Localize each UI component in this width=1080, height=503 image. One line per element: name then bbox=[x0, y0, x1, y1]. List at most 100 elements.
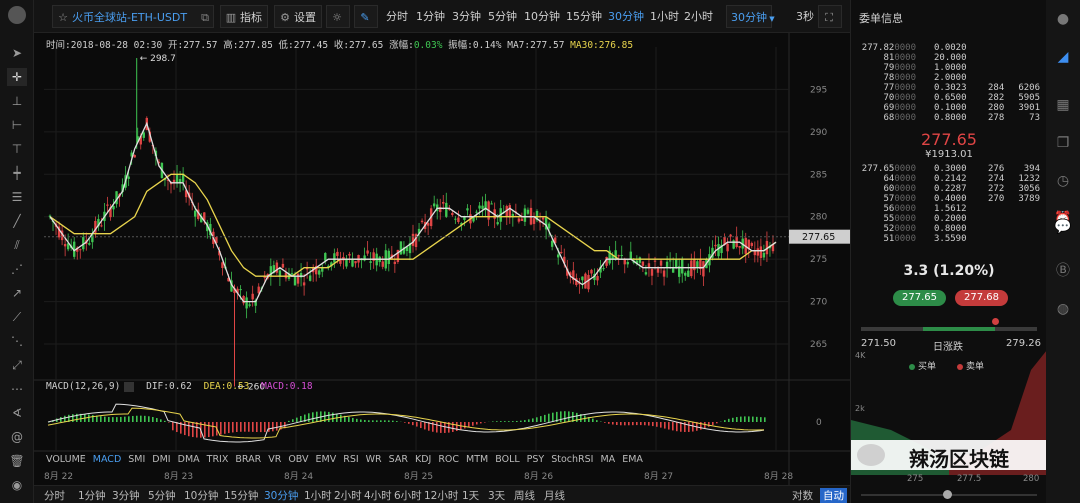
price-line-icon[interactable]: ┿ bbox=[7, 164, 27, 182]
theme-toggle[interactable]: ☼ bbox=[326, 5, 350, 28]
trend-line-icon[interactable]: ╱ bbox=[7, 212, 27, 230]
refresh-rate[interactable]: 3秒 bbox=[792, 5, 818, 28]
bid-row[interactable]: 510000 3.5590 bbox=[860, 234, 1040, 244]
bottom-interval-tab[interactable]: 6小时 bbox=[394, 488, 422, 503]
cursor-arrow-icon[interactable]: ➤ bbox=[7, 44, 27, 62]
vertical-line-icon[interactable]: ⊥ bbox=[7, 92, 27, 110]
bid-row[interactable]: 570000 0.4000 270 3789 bbox=[860, 194, 1040, 204]
history-icon[interactable]: ◷ bbox=[1054, 172, 1072, 190]
crosshair-icon[interactable]: ✛ bbox=[7, 68, 27, 86]
auto-scale-button[interactable]: 自动 bbox=[820, 488, 847, 503]
kline-chart[interactable]: 295 290 285 280 275 270 265 8月 22 8月 23 8月 24 8月 2… bbox=[34, 33, 850, 485]
indicator-tab[interactable]: VOLUME bbox=[46, 454, 86, 465]
fullscreen-button[interactable]: ⛶ bbox=[818, 5, 842, 28]
indicator-tab[interactable]: DMA bbox=[178, 454, 200, 465]
indicator-tab[interactable]: StochRSI bbox=[551, 454, 593, 465]
bid-row[interactable]: 640000 0.2142 274 1232 bbox=[860, 174, 1040, 184]
ask-row[interactable]: 680000 0.8000 278 73 bbox=[860, 113, 1040, 123]
globe-icon[interactable]: ◍ bbox=[1054, 300, 1072, 318]
delete-icon[interactable]: 🗑 bbox=[7, 452, 27, 470]
bottom-interval-tab[interactable]: 10分钟 bbox=[184, 488, 218, 503]
bid-row[interactable]: 520000 0.8000 bbox=[860, 224, 1040, 234]
indicator-tab[interactable]: KDJ bbox=[415, 454, 431, 465]
bottom-interval-tab[interactable]: 分时 bbox=[44, 488, 65, 503]
interval-tab[interactable]: 1分钟 bbox=[412, 5, 449, 28]
spiral-icon[interactable]: @ bbox=[7, 428, 27, 446]
indicator-tab[interactable]: BRAR bbox=[235, 454, 261, 465]
bottom-interval-tab[interactable]: 4小时 bbox=[364, 488, 392, 503]
copy-icon[interactable]: ❐ bbox=[1054, 134, 1072, 152]
ask-row[interactable]: 277.820000 0.0020 bbox=[860, 43, 1040, 53]
indicator-tab[interactable]: DMI bbox=[152, 454, 170, 465]
market-list-icon[interactable]: ▦ bbox=[1054, 96, 1072, 114]
ask-row[interactable]: 770000 0.3023 284 6206 bbox=[860, 83, 1040, 93]
bottom-interval-tab[interactable]: 15分钟 bbox=[224, 488, 258, 503]
bottom-interval-tab[interactable]: 3天 bbox=[488, 488, 505, 503]
bottom-interval-tab[interactable]: 2小时 bbox=[334, 488, 362, 503]
bottom-interval-tab[interactable]: 12小时 bbox=[424, 488, 458, 503]
chat-icon[interactable]: 💬 bbox=[1054, 218, 1072, 236]
ask-row[interactable]: 810000 20.000 bbox=[860, 53, 1040, 63]
bottom-interval-tab[interactable]: 3分钟 bbox=[112, 488, 140, 503]
interval-tab[interactable]: 30分钟 bbox=[604, 5, 648, 28]
bottom-interval-tab[interactable]: 1天 bbox=[462, 488, 479, 503]
indicator-tab[interactable]: SAR bbox=[389, 454, 408, 465]
sell-price-button[interactable]: 277.68 bbox=[955, 290, 1008, 306]
interval-dropdown[interactable]: 30分钟 ▼ bbox=[726, 5, 775, 28]
bid-row[interactable]: 560000 1.5612 bbox=[860, 204, 1040, 214]
indicator-tab[interactable]: PSY bbox=[527, 454, 545, 465]
kline-view-icon[interactable]: ◢ bbox=[1054, 48, 1072, 66]
bottom-interval-tab[interactable]: 1小时 bbox=[304, 488, 332, 503]
interval-tab[interactable]: 5分钟 bbox=[484, 5, 521, 28]
indicator-tab[interactable]: BOLL bbox=[495, 454, 519, 465]
ask-row[interactable]: 690000 0.1000 280 3901 bbox=[860, 103, 1040, 113]
interval-tab[interactable]: 2小时 bbox=[680, 5, 717, 28]
indicator-tab[interactable]: RSI bbox=[343, 454, 358, 465]
ask-row[interactable]: 790000 1.0000 bbox=[860, 63, 1040, 73]
parallel-channel-icon[interactable]: ⫽ bbox=[7, 236, 27, 254]
indicator-tab[interactable]: EMV bbox=[316, 454, 337, 465]
bottom-interval-tab[interactable]: 1分钟 bbox=[78, 488, 106, 503]
parallel-lines-icon[interactable]: ☰ bbox=[7, 188, 27, 206]
indicator-tab[interactable]: OBV bbox=[288, 454, 308, 465]
bid-row[interactable]: 277.650000 0.3000 276 394 bbox=[860, 164, 1040, 174]
interval-tab[interactable]: 15分钟 bbox=[562, 5, 606, 28]
indicator-tab[interactable]: EMA bbox=[622, 454, 643, 465]
eye-icon[interactable]: ◉ bbox=[7, 476, 27, 494]
interval-tab[interactable]: 分时 bbox=[382, 5, 412, 28]
gann-icon[interactable]: ⤢ bbox=[7, 356, 27, 374]
settings-button[interactable]: ⚙ 设置 bbox=[274, 5, 322, 28]
speed-lines-icon[interactable]: ∢ bbox=[7, 404, 27, 422]
bottom-interval-tab[interactable]: 月线 bbox=[544, 488, 565, 503]
bid-row[interactable]: 600000 0.2287 272 3056 bbox=[860, 184, 1040, 194]
arrow-line-icon[interactable]: ↗ bbox=[7, 284, 27, 302]
log-scale-button[interactable]: 对数 bbox=[792, 488, 813, 503]
horizontal-line-icon[interactable]: ⊢ bbox=[7, 116, 27, 134]
buy-price-button[interactable]: 277.65 bbox=[893, 290, 946, 306]
ray-line-icon[interactable]: ⊤ bbox=[7, 140, 27, 158]
pitchfork-icon[interactable]: ⋰ bbox=[7, 260, 27, 278]
indicator-tab[interactable]: SMI bbox=[128, 454, 145, 465]
extended-line-icon[interactable]: ⟋ bbox=[7, 308, 27, 326]
bitcoin-icon[interactable]: Ⓑ bbox=[1054, 262, 1072, 280]
interval-tab[interactable]: 1小时 bbox=[646, 5, 683, 28]
fib-fan-icon[interactable]: ⋱ bbox=[7, 332, 27, 350]
indicator-tab[interactable]: VR bbox=[268, 454, 281, 465]
indicator-tab[interactable]: MACD bbox=[93, 454, 121, 465]
bottom-interval-tab[interactable]: 5分钟 bbox=[148, 488, 176, 503]
macd-settings-icon[interactable] bbox=[124, 381, 135, 392]
bid-row[interactable]: 550000 0.2000 bbox=[860, 214, 1040, 224]
indicators-button[interactable]: ▥ 指标 bbox=[220, 5, 268, 28]
draw-button[interactable]: ✎ bbox=[354, 5, 378, 28]
indicator-tab[interactable]: MTM bbox=[466, 454, 488, 465]
avatar-icon[interactable]: ● bbox=[1054, 10, 1072, 28]
interval-tab[interactable]: 3分钟 bbox=[448, 5, 485, 28]
interval-tab[interactable]: 10分钟 bbox=[520, 5, 564, 28]
indicator-tab[interactable]: WR bbox=[366, 454, 382, 465]
pair-selector[interactable]: ☆ 火币全球站-ETH-USDT ⧉ bbox=[52, 5, 214, 28]
indicator-tab[interactable]: TRIX bbox=[207, 454, 229, 465]
indicator-tab[interactable]: MA bbox=[600, 454, 615, 465]
fib-retracement-icon[interactable]: ⋯ bbox=[7, 380, 27, 398]
bottom-interval-tab[interactable]: 周线 bbox=[514, 488, 535, 503]
ask-row[interactable]: 780000 2.0000 bbox=[860, 73, 1040, 83]
